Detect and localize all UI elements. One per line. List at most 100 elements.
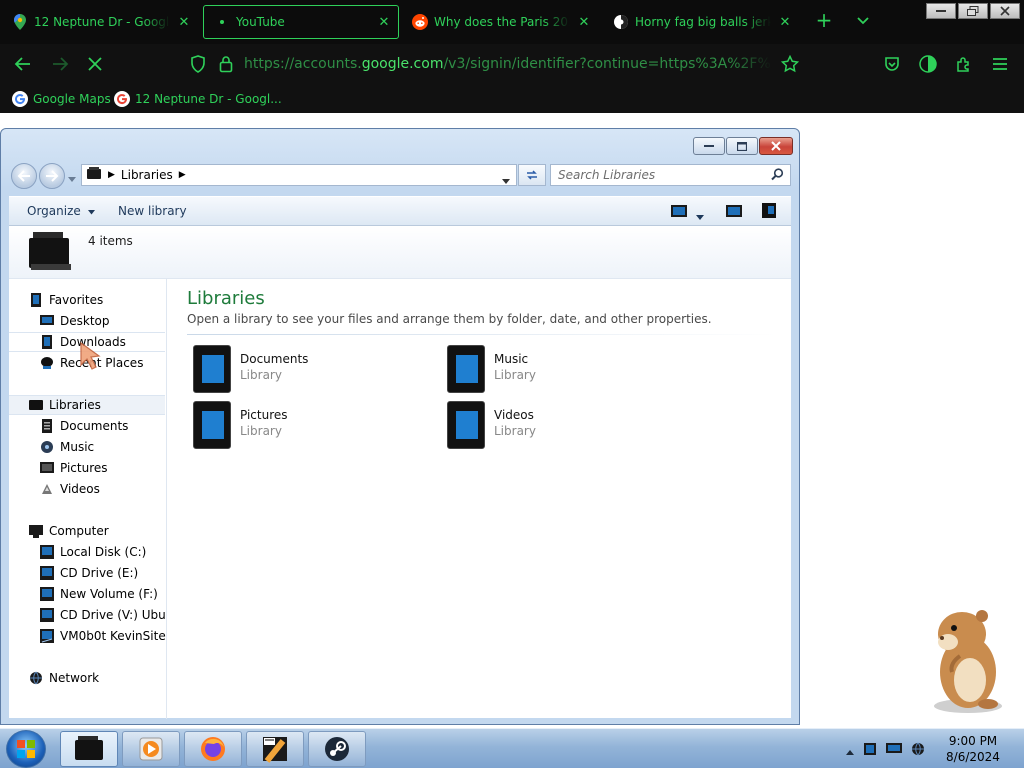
windows-logo-icon (17, 740, 35, 758)
nav-label: Desktop (60, 314, 110, 328)
back-arrow-icon[interactable] (14, 55, 32, 73)
bookmark-neptune-dr[interactable]: 12 Neptune Dr - Googl... (114, 90, 282, 108)
nav-label: Pictures (60, 461, 108, 475)
taskbar-explorer[interactable] (60, 731, 118, 767)
display-icon[interactable] (886, 743, 902, 758)
menu-hamburger-icon[interactable] (991, 55, 1009, 73)
extensions-puzzle-icon[interactable] (955, 55, 973, 73)
breadcrumb[interactable]: ▶ Libraries ▶ (81, 164, 517, 186)
tab-other-site[interactable]: Horny fag big balls jerk - T ✕ (603, 5, 799, 39)
library-type: Library (240, 368, 282, 382)
change-view-icon[interactable] (671, 205, 687, 220)
google-icon (114, 91, 130, 107)
nav-music[interactable]: Music (40, 437, 94, 457)
nav-favorites[interactable]: Favorites (29, 290, 103, 310)
network-icon[interactable] (911, 742, 925, 759)
taskbar-clock[interactable]: 9:00 PM 8/6/2024 (930, 733, 1016, 765)
chevron-down-icon[interactable] (855, 12, 871, 28)
libraries-icon (29, 398, 43, 412)
nav-network-drive[interactable]: VM0b0t KevinSite (40, 626, 166, 646)
dark-mode-icon[interactable] (919, 55, 937, 73)
videos-icon (40, 482, 54, 496)
minimize-button[interactable] (926, 3, 956, 19)
clock-time: 9:00 PM (948, 734, 998, 748)
close-tab-icon[interactable]: ✕ (576, 15, 592, 30)
library-documents[interactable]: Documents Library (193, 345, 423, 395)
breadcrumb-libraries[interactable]: Libraries (121, 168, 173, 182)
library-music[interactable]: Music Library (447, 345, 677, 395)
tab-google-maps[interactable]: 12 Neptune Dr - Google Maps ✕ (2, 5, 198, 39)
nav-network[interactable]: Network (29, 668, 99, 688)
search-icon[interactable] (771, 168, 784, 184)
restore-button[interactable] (958, 3, 988, 19)
close-button[interactable] (759, 137, 793, 155)
refresh-button[interactable] (518, 164, 546, 186)
address-dropdown-icon[interactable] (502, 173, 510, 187)
nav-label: VM0b0t KevinSite (60, 629, 166, 643)
libraries-pane: Libraries Open a library to see your fil… (167, 279, 791, 719)
library-type: Library (240, 424, 282, 438)
taskbar: 9:00 PM 8/6/2024 (0, 728, 1024, 768)
nav-label: Videos (60, 482, 100, 496)
library-pictures[interactable]: Pictures Library (193, 401, 423, 451)
nav-desktop[interactable]: Desktop (40, 311, 110, 331)
nav-videos[interactable]: Videos (40, 479, 100, 499)
library-name: Videos (494, 408, 534, 422)
action-center-flag-icon[interactable] (863, 742, 877, 759)
back-button[interactable] (11, 163, 37, 189)
taskbar-steam[interactable] (308, 731, 366, 767)
breadcrumb-arrow-icon[interactable]: ▶ (179, 170, 186, 180)
steam-icon (325, 737, 349, 761)
tab-reddit[interactable]: Why does the Paris 2024 Olympics ✕ (402, 5, 598, 39)
recent-pages-chevron-icon[interactable] (68, 172, 76, 186)
nav-libraries[interactable]: Libraries (29, 395, 101, 415)
taskbar-app-64[interactable] (246, 731, 304, 767)
nav-pictures[interactable]: Pictures (40, 458, 108, 478)
taskbar-media-player[interactable] (122, 731, 180, 767)
media-player-icon (139, 737, 163, 761)
close-button[interactable] (990, 3, 1020, 19)
library-thumbnail-icon (193, 401, 231, 449)
nav-local-disk-c[interactable]: Local Disk (C:) (40, 542, 146, 562)
stop-loading-icon[interactable] (86, 55, 104, 73)
tab-title: 12 Neptune Dr - Google Maps (34, 15, 170, 29)
library-name: Music (494, 352, 529, 366)
tab-youtube[interactable]: YouTube ✕ (203, 5, 399, 39)
explorer-address-row: ▶ Libraries ▶ (9, 162, 791, 189)
library-videos[interactable]: Videos Library (447, 401, 677, 451)
preview-pane-icon[interactable] (726, 205, 742, 220)
nav-documents[interactable]: Documents (40, 416, 128, 436)
start-button[interactable] (6, 730, 46, 768)
close-tab-icon[interactable]: ✕ (376, 15, 392, 30)
nav-label: Favorites (49, 293, 104, 307)
close-tab-icon[interactable]: ✕ (777, 15, 793, 30)
organize-button[interactable]: Organize (27, 204, 95, 218)
nav-new-volume-f[interactable]: New Volume (F:) (40, 584, 158, 604)
forward-arrow-icon[interactable] (51, 55, 69, 73)
new-library-button[interactable]: New library (118, 204, 187, 218)
bookmark-google-maps[interactable]: Google Maps (12, 90, 111, 108)
firefox-icon (201, 737, 225, 761)
taskbar-firefox[interactable] (184, 731, 242, 767)
pocket-icon[interactable] (883, 55, 901, 73)
address-bar-url[interactable]: https://accounts.google.com/v3/signin/id… (244, 56, 772, 74)
forward-button[interactable] (39, 163, 65, 189)
nav-computer[interactable]: Computer (29, 521, 109, 541)
maximize-button[interactable] (726, 137, 758, 155)
view-options-chevron-icon[interactable] (696, 209, 704, 223)
reddit-icon (412, 14, 428, 30)
breadcrumb-arrow-icon[interactable]: ▶ (108, 170, 115, 180)
libraries-icon (75, 736, 103, 760)
show-hidden-icons-icon[interactable] (846, 744, 854, 758)
star-icon (29, 293, 43, 307)
minimize-button[interactable] (693, 137, 725, 155)
nav-cd-drive-e[interactable]: CD Drive (E:) (40, 563, 138, 583)
close-tab-icon[interactable]: ✕ (176, 15, 192, 30)
nav-cd-drive-v[interactable]: CD Drive (V:) Ubuntu (40, 605, 166, 625)
bookmark-star-icon[interactable] (781, 55, 799, 73)
shield-icon[interactable] (189, 55, 207, 73)
lock-icon[interactable] (217, 55, 235, 73)
new-tab-plus-icon[interactable]: + (814, 10, 834, 30)
help-icon[interactable] (762, 203, 776, 221)
search-input[interactable] (551, 165, 761, 185)
